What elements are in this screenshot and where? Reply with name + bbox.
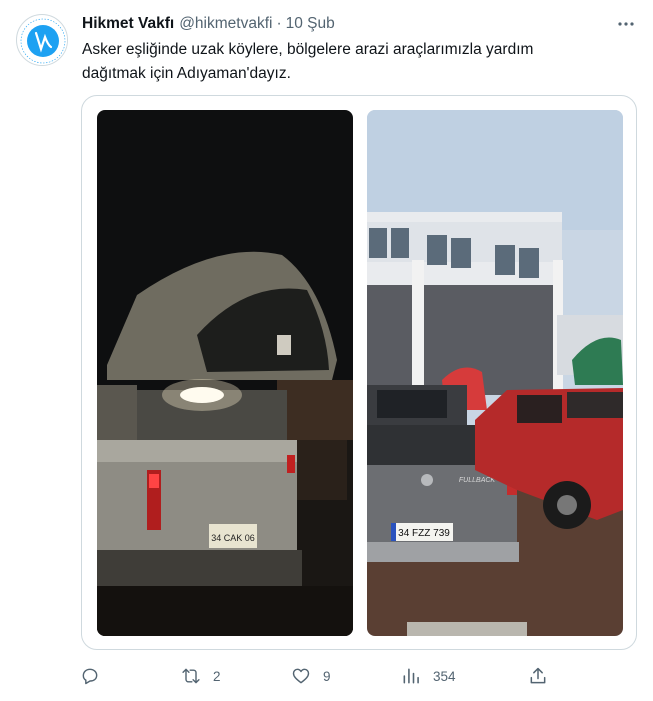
like-button[interactable]: 9 [291, 664, 331, 688]
tweet-text-line: dağıtmak için Adıyaman'dayız. [82, 65, 291, 82]
views-button[interactable]: 354 [401, 664, 456, 688]
tweet-header: Hikmet Vakfı @hikmetvakfi · 10 Şub [82, 13, 335, 35]
retweet-icon [182, 668, 200, 684]
photo-pickups-day[interactable]: FULLBACK 34 FZZ 739 [367, 110, 623, 636]
license-plate-left: 34 CAK 06 [211, 533, 255, 543]
day-trucks-image: FULLBACK 34 FZZ 739 [367, 110, 623, 636]
reply-icon [82, 668, 98, 685]
photo-pickup-night[interactable]: 34 CAK 06 [97, 110, 353, 636]
hikmet-vakfi-logo [18, 16, 67, 65]
heart-icon [292, 668, 310, 684]
tweet-text-line: Asker eşliğinde uzak köylere, bölgelere … [82, 41, 534, 58]
tweet-text: Asker eşliğinde uzak köylere, bölgelere … [82, 38, 622, 86]
more-horizontal-icon [618, 22, 634, 26]
avatar[interactable] [16, 14, 68, 66]
reply-button[interactable] [80, 664, 112, 688]
license-plate-right: 34 FZZ 739 [398, 528, 450, 539]
more-options-button[interactable] [615, 13, 637, 35]
author-name[interactable]: Hikmet Vakfı [82, 15, 174, 33]
share-icon [530, 667, 546, 684]
retweet-count: 2 [213, 668, 221, 684]
tweet-date[interactable]: 10 Şub [286, 15, 335, 33]
retweet-button[interactable]: 2 [181, 664, 221, 688]
media-container: 34 CAK 06 FULLBACK 34 FZZ 739 [81, 95, 637, 650]
share-button[interactable] [528, 664, 548, 688]
tweet[interactable]: Hikmet Vakfı @hikmetvakfi · 10 Şub Asker… [0, 0, 653, 701]
tweet-actions: 2 9 354 [80, 664, 560, 688]
vehicle-badge: FULLBACK [459, 477, 496, 484]
views-count: 354 [433, 668, 456, 684]
views-chart-icon [403, 668, 419, 684]
like-count: 9 [323, 668, 331, 684]
author-handle[interactable]: @hikmetvakfi [179, 15, 272, 33]
night-truck-image: 34 CAK 06 [97, 110, 353, 636]
separator-dot: · [276, 15, 282, 32]
